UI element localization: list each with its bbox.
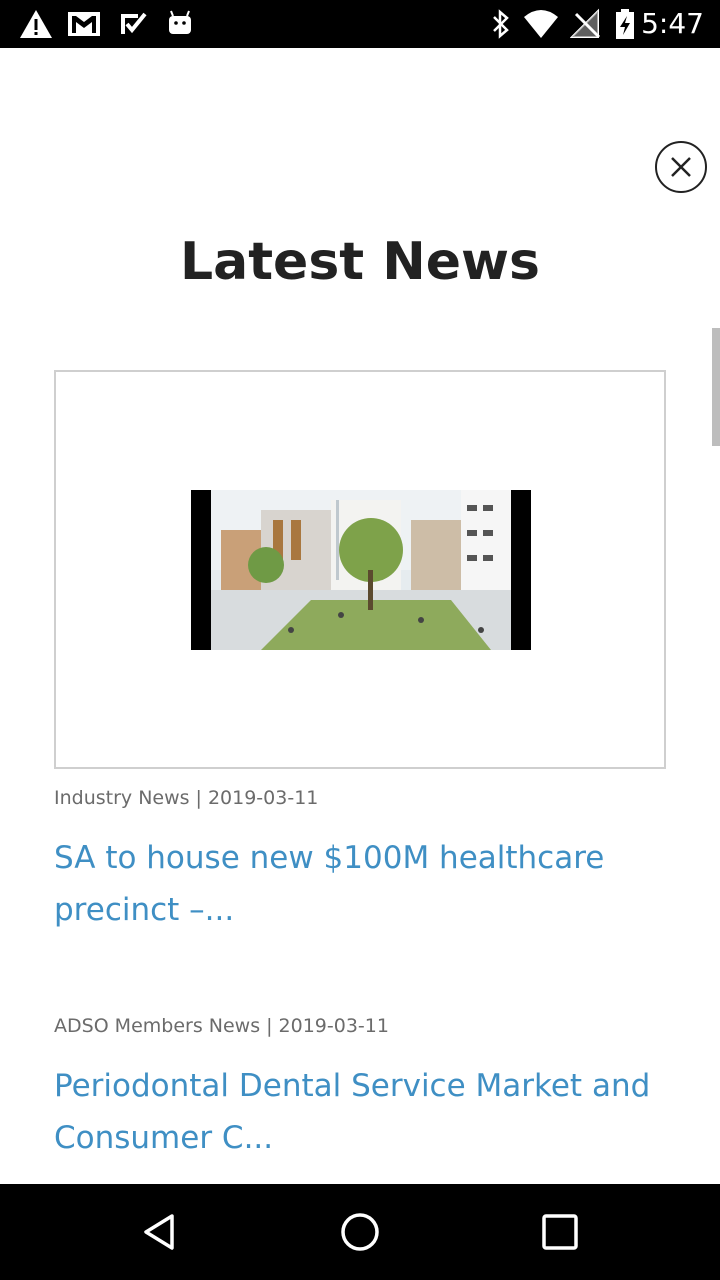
news-panel: Latest News Industry News | 2019-03-11 S… (0, 48, 720, 1184)
close-button[interactable] (655, 141, 707, 193)
news-category: Industry News (54, 787, 190, 809)
status-bar: 5:47 (0, 0, 720, 48)
back-icon[interactable] (138, 1210, 182, 1254)
task-check-icon (121, 12, 147, 34)
news-thumbnail-frame[interactable] (54, 370, 666, 769)
news-headline-link[interactable]: Periodontal Dental Service Market and Co… (54, 1060, 654, 1164)
battery-charging-icon (616, 9, 634, 39)
news-thumbnail-image (191, 490, 531, 650)
wifi-icon (524, 10, 558, 38)
news-date: 2019-03-11 (278, 1015, 389, 1037)
meta-separator: | (266, 1015, 273, 1037)
news-category: ADSO Members News (54, 1015, 261, 1037)
news-headline-link[interactable]: SA to house new $100M healthcare precinc… (54, 832, 654, 936)
warning-icon (20, 10, 52, 38)
gmail-icon (68, 12, 100, 36)
news-date: 2019-03-11 (207, 787, 319, 809)
no-signal-icon (570, 8, 601, 39)
news-meta: Industry News | 2019-03-11 (54, 785, 318, 811)
page-title: Latest News (179, 232, 541, 292)
recents-icon[interactable] (538, 1210, 582, 1254)
scrollbar-thumb[interactable] (712, 328, 720, 446)
home-icon[interactable] (338, 1210, 382, 1254)
android-icon (169, 10, 191, 34)
meta-separator: | (195, 787, 202, 809)
status-time: 5:47 (641, 7, 704, 40)
news-meta: ADSO Members News | 2019-03-11 (54, 1013, 389, 1039)
close-icon (671, 157, 691, 177)
system-nav-bar (0, 1184, 720, 1280)
bluetooth-icon (493, 9, 509, 39)
